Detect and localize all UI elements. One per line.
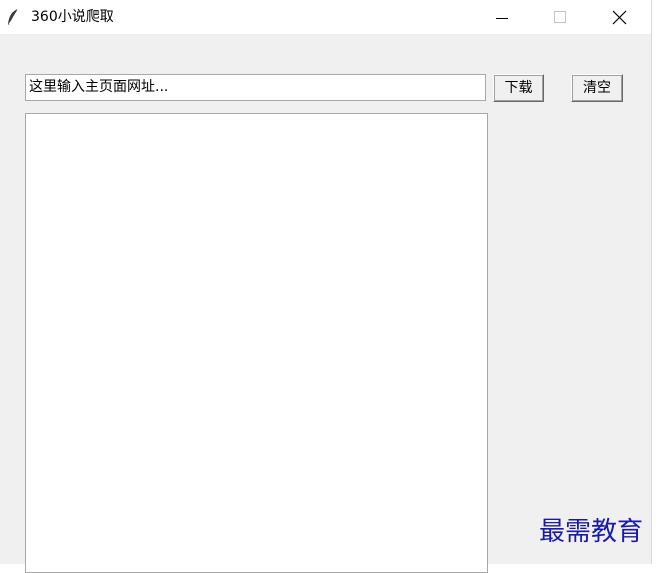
clear-button[interactable]: 清空 [571,74,623,102]
url-input[interactable]: 这里输入主页面网址... [25,74,486,101]
title-bar[interactable]: 360小说爬取 [0,0,651,34]
maximize-icon [554,11,566,23]
window-title: 360小说爬取 [31,9,114,25]
minimize-button[interactable] [483,0,529,34]
watermark: 最需教育 [539,517,644,547]
app-window: 360小说爬取 这里输入主页面网址... 下载 清空 [0,0,652,573]
maximize-button[interactable] [537,0,583,34]
close-icon [612,10,627,25]
output-text-area[interactable] [25,113,488,573]
download-button[interactable]: 下载 [493,74,544,102]
close-button[interactable] [597,0,643,34]
feather-icon [6,8,20,26]
minimize-icon [496,18,508,19]
